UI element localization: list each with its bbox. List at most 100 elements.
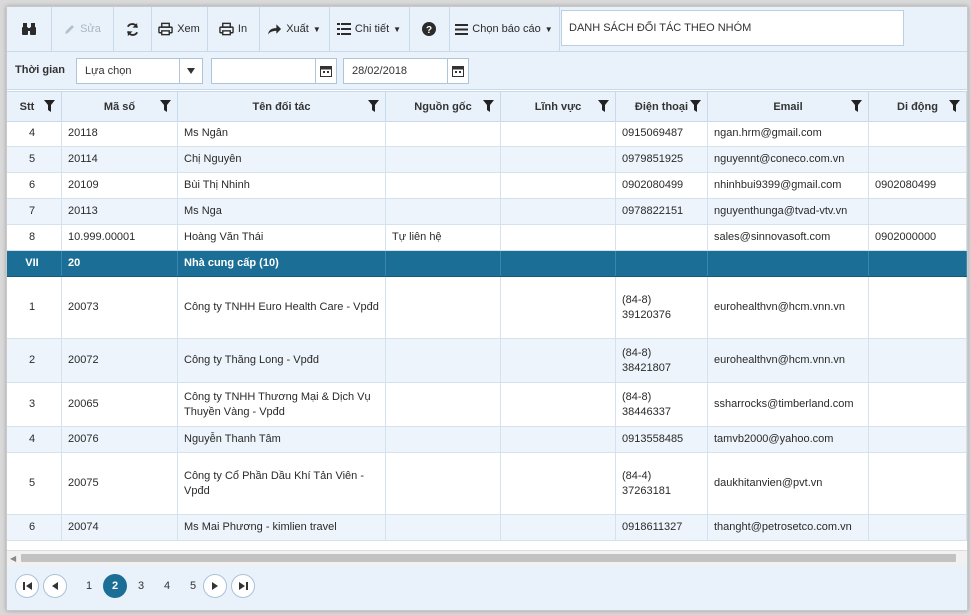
cell-dien-thoai: (84-8) 39120376 — [616, 277, 708, 338]
cell-email: nguyenthunga@tvad-vtv.vn — [708, 199, 869, 224]
print-button[interactable]: In — [207, 7, 260, 51]
cell-email: ssharrocks@timberland.com — [708, 383, 869, 426]
column-header-label: Mã số — [103, 100, 136, 113]
filter-funnel-icon[interactable] — [368, 100, 379, 112]
refresh-icon — [126, 22, 138, 36]
cell-ma-so: 20074 — [62, 515, 178, 540]
cell-ten-doi-tac: Hoàng Văn Thái — [178, 225, 386, 250]
previous-page-icon — [52, 582, 58, 590]
cell-nguon-goc — [386, 427, 501, 452]
page-2-button[interactable]: 2 — [103, 574, 127, 598]
dropdown-arrow-icon[interactable] — [179, 59, 202, 83]
period-select[interactable]: Lựa chọn — [76, 58, 203, 84]
pencil-icon — [65, 24, 75, 34]
column-header-dien-thoai[interactable]: Điện thoại — [616, 92, 708, 121]
first-page-button[interactable] — [15, 574, 39, 598]
calendar-icon — [320, 66, 332, 77]
cell-dien-thoai: (84-8) 38446337 — [616, 383, 708, 426]
view-button[interactable]: Xem — [151, 7, 208, 51]
table-row[interactable]: 5 20075 Công ty Cổ Phần Dầu Khí Tản Viên -… — [7, 453, 967, 515]
cell-di-dong — [869, 453, 967, 514]
export-button[interactable]: Xuất ▼ — [259, 7, 330, 51]
page-3-button[interactable]: 3 — [129, 574, 153, 598]
previous-page-button[interactable] — [43, 574, 67, 598]
page-4-button[interactable]: 4 — [155, 574, 179, 598]
table-row[interactable]: 4 20076 Nguyễn Thanh Tâm 0913558485 tamvb200… — [7, 427, 967, 453]
page-5-button[interactable]: 5 — [181, 574, 205, 598]
column-header-label: Di động — [897, 100, 938, 113]
filter-funnel-icon[interactable] — [598, 100, 609, 112]
pager: 12345 — [7, 566, 967, 610]
column-header-label: Lĩnh vực — [534, 100, 582, 113]
page-1-button[interactable]: 1 — [77, 574, 101, 598]
cell-ma-so: 20065 — [62, 383, 178, 426]
table-row[interactable]: 4 20118 Ms Ngân 0915069487 ngan.hrm@gmail.co… — [7, 121, 967, 147]
filter-funnel-icon[interactable] — [44, 100, 55, 112]
cell-stt: 3 — [7, 383, 62, 426]
column-header-linh-vuc[interactable]: Lĩnh vực — [501, 92, 616, 121]
choose-report-button[interactable]: Chọn báo cáo ▼ — [449, 7, 560, 51]
cell-linh-vuc — [501, 251, 616, 276]
filter-funnel-icon[interactable] — [483, 100, 494, 112]
column-header-email[interactable]: Email — [708, 92, 869, 121]
group-row[interactable]: VII 20 Nhà cung cấp (10) — [7, 251, 967, 277]
next-page-button[interactable] — [203, 574, 227, 598]
cell-email: thanght@petrosetco.com.vn — [708, 515, 869, 540]
cell-ten-doi-tac: Ms Mai Phương - kimlien travel — [178, 515, 386, 540]
cell-nguon-goc — [386, 515, 501, 540]
cell-stt: 5 — [7, 453, 62, 514]
cell-nguon-goc — [386, 251, 501, 276]
filter-funnel-icon[interactable] — [851, 100, 862, 112]
cell-stt: 4 — [7, 427, 62, 452]
printer-icon — [219, 22, 234, 36]
find-button[interactable] — [7, 7, 52, 51]
from-date-input[interactable] — [211, 58, 317, 84]
scroll-left-icon[interactable]: ◀ — [10, 554, 16, 563]
detail-button[interactable]: Chi tiết ▼ — [329, 7, 410, 51]
table-row[interactable]: 3 20065 Công ty TNHH Thương Mại & Dịch Vụ … — [7, 383, 967, 427]
last-page-button[interactable] — [231, 574, 255, 598]
from-date-calendar-button[interactable] — [315, 58, 337, 84]
table-row[interactable]: 1 20073 Công ty TNHH Euro Health Care - Vp… — [7, 277, 967, 339]
table-row[interactable]: 8 10.999.00001 Hoàng Văn Thái Tự liên hệ sal… — [7, 225, 967, 251]
toolbar: Sửa Xem In Xuất ▼ Chi tiết ▼ ? Chọn báo … — [7, 7, 967, 52]
table-row[interactable]: 2 20072 Công ty Thăng Long - Vpđd (84-8) 38… — [7, 339, 967, 383]
cell-linh-vuc — [501, 147, 616, 172]
first-page-icon — [22, 582, 32, 590]
cell-di-dong — [869, 277, 967, 338]
filter-funnel-icon[interactable] — [949, 100, 960, 112]
column-header-ten-doi-tac[interactable]: Tên đối tác — [178, 92, 386, 121]
table-row[interactable]: 7 20113 Ms Nga 0978822151 nguyenthunga@tvad-… — [7, 199, 967, 225]
to-date-input[interactable]: 28/02/2018 — [343, 58, 449, 84]
refresh-button[interactable] — [113, 7, 152, 51]
cell-linh-vuc — [501, 277, 616, 338]
cell-dien-thoai: 0979851925 — [616, 147, 708, 172]
edit-button[interactable]: Sửa — [51, 7, 114, 51]
column-header-stt[interactable]: Stt — [7, 92, 62, 121]
table-row[interactable]: 5 20114 Chị Nguyên 0979851925 nguyennt@conec… — [7, 147, 967, 173]
cell-stt: 4 — [7, 121, 62, 146]
report-title: DANH SÁCH ĐỐI TÁC THEO NHÓM — [561, 10, 904, 46]
filter-funnel-icon[interactable] — [160, 100, 171, 112]
cell-di-dong — [869, 427, 967, 452]
cell-ten-doi-tac: Ms Ngân — [178, 121, 386, 146]
cell-ten-doi-tac: Công ty Thăng Long - Vpđd — [178, 339, 386, 382]
cell-email: daukhitanvien@pvt.vn — [708, 453, 869, 514]
column-header-di-dong[interactable]: Di động — [869, 92, 967, 121]
table-row[interactable]: 6 20074 Ms Mai Phương - kimlien travel 0918… — [7, 515, 967, 541]
scrollbar-thumb[interactable] — [21, 554, 956, 562]
cell-dien-thoai: (84-8) 38421807 — [616, 339, 708, 382]
horizontal-scrollbar[interactable]: ◀ — [7, 550, 967, 567]
column-header-ma-so[interactable]: Mã số — [62, 92, 178, 121]
column-header-nguon-goc[interactable]: Nguồn gốc — [386, 92, 501, 121]
cell-ten-doi-tac: Công ty TNHH Euro Health Care - Vpđd — [178, 277, 386, 338]
cell-ten-doi-tac: Ms Nga — [178, 199, 386, 224]
help-button[interactable]: ? — [409, 7, 450, 51]
detail-label: Chi tiết — [354, 23, 390, 35]
cell-email: ngan.hrm@gmail.com — [708, 121, 869, 146]
to-date-calendar-button[interactable] — [447, 58, 469, 84]
table-row[interactable]: 6 20109 Bùi Thị Nhinh 0902080499 nhinhbui939… — [7, 173, 967, 199]
filter-funnel-icon[interactable] — [690, 100, 701, 112]
cell-dien-thoai: 0978822151 — [616, 199, 708, 224]
cell-linh-vuc — [501, 515, 616, 540]
